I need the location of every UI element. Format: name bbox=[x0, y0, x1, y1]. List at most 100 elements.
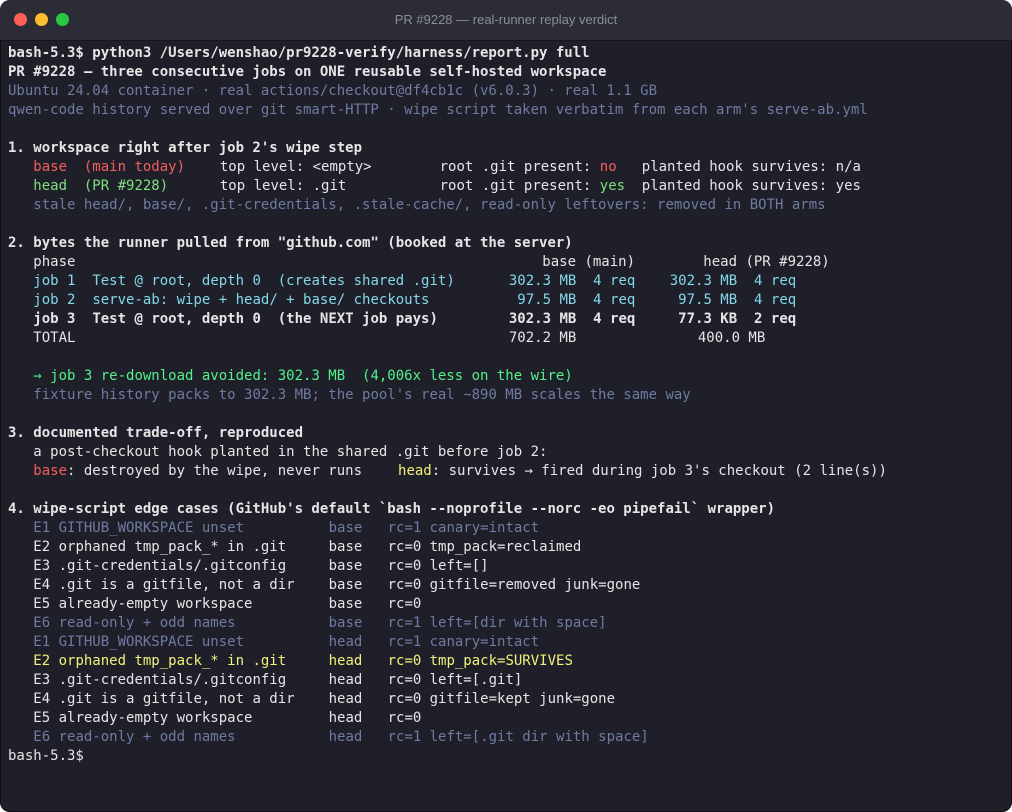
s2-total-row: TOTAL 702.2 MB 400.0 MB bbox=[8, 329, 1004, 348]
s2-header-row: phase base (main) head (PR #9228) bbox=[8, 253, 1004, 272]
edge-case-row: E5 already-empty workspace head rc=0 bbox=[8, 709, 1004, 728]
edge-case-row: E2 orphaned tmp_pack_* in .git head rc=0 tm… bbox=[8, 652, 1004, 671]
s2-avoided-text: → job 3 re-download avoided: 302.3 MB (4… bbox=[33, 368, 573, 384]
edge-case-name: GITHUB_WORKSPACE unset bbox=[58, 634, 245, 650]
s2-total-head: 400.0 MB bbox=[697, 330, 766, 346]
s1-head-hook-label: planted hook survives: bbox=[641, 178, 828, 194]
s2-job3-desc: Test @ root, depth 0 (the NEXT job pays) bbox=[92, 311, 438, 327]
s1-base-hook-value: n/a bbox=[835, 159, 861, 175]
edge-case-arm: head bbox=[328, 672, 363, 688]
s3-base-text: : destroyed by the wipe, never runs bbox=[67, 463, 363, 479]
edge-case-id: E5 bbox=[33, 596, 51, 612]
s3-head-label: head bbox=[398, 463, 432, 479]
edge-case-result: left=[dir with space] bbox=[429, 615, 607, 631]
edge-case-arm: head bbox=[328, 691, 363, 707]
s1-base-git-label: root .git present: bbox=[439, 159, 592, 175]
edge-case-rc: rc=0 bbox=[387, 558, 422, 574]
edge-case-result: tmp_pack=reclaimed bbox=[429, 539, 582, 555]
edge-case-rc: rc=1 bbox=[387, 520, 422, 536]
edge-case-result: gitfile=kept junk=gone bbox=[429, 691, 616, 707]
edge-case-arm: head bbox=[328, 710, 363, 726]
report-title: PR #9228 — three consecutive jobs on ONE… bbox=[8, 64, 607, 80]
s2-note: fixture history packs to 302.3 MB; the p… bbox=[8, 386, 1004, 405]
edge-case-id: E5 bbox=[33, 710, 51, 726]
edge-case-rc: rc=0 bbox=[387, 653, 422, 669]
s1-base-git-value: no bbox=[599, 159, 617, 175]
s1-head-git-value: yes bbox=[599, 178, 626, 194]
edge-case-row: E2 orphaned tmp_pack_* in .git base rc=0 tm… bbox=[8, 538, 1004, 557]
edge-case-arm: base bbox=[328, 558, 363, 574]
s2-job3-base-req: 4 req bbox=[593, 311, 636, 327]
edge-case-arm: head bbox=[328, 653, 363, 669]
edge-case-rc: rc=1 bbox=[387, 615, 422, 631]
edge-case-result: tmp_pack=SURVIVES bbox=[429, 653, 573, 669]
edge-case-arm: base bbox=[328, 520, 363, 536]
s2-job2-label: job 2 bbox=[33, 292, 76, 308]
s2-col-base: base (main) bbox=[542, 254, 636, 270]
s1-base-name: base bbox=[33, 159, 68, 175]
edge-case-name: read-only + odd names bbox=[58, 615, 236, 631]
edge-case-id: E4 bbox=[33, 691, 51, 707]
edge-case-rc: rc=0 bbox=[387, 577, 422, 593]
title-bar: PR #9228 — real-runner replay verdict bbox=[0, 0, 1012, 41]
edge-case-rc: rc=0 bbox=[387, 691, 422, 707]
s1-head-hook-value: yes bbox=[835, 178, 861, 194]
edge-case-name: GITHUB_WORKSPACE unset bbox=[58, 520, 245, 536]
section-1-title: 1. workspace right after job 2's wipe st… bbox=[8, 140, 363, 156]
s2-job2-desc: serve-ab: wipe + head/ + base/ checkouts bbox=[92, 292, 430, 308]
report-env: Ubuntu 24.04 container · real actions/ch… bbox=[8, 83, 658, 99]
section-3-title: 3. documented trade-off, reproduced bbox=[8, 425, 304, 441]
s1-note-text: stale head/, base/, .git-credentials, .s… bbox=[33, 197, 826, 213]
edge-case-id: E3 bbox=[33, 558, 51, 574]
edge-case-name: .git-credentials/.gitconfig bbox=[58, 672, 287, 688]
s2-job2-head-req: 4 req bbox=[754, 292, 797, 308]
s3-line1: a post-checkout hook planted in the shar… bbox=[8, 443, 1004, 462]
s1-note: stale head/, base/, .git-credentials, .s… bbox=[8, 196, 1004, 215]
s1-head-row: head (PR #9228) top level: .git root .git … bbox=[8, 177, 1004, 196]
s3-line2: base: destroyed by the wipe, never runs h… bbox=[8, 462, 1004, 481]
s2-job3-head-size: 77.3 KB bbox=[678, 311, 738, 327]
edge-case-name: .git-credentials/.gitconfig bbox=[58, 558, 287, 574]
edge-case-arm: base bbox=[328, 596, 363, 612]
shell-prompt[interactable]: bash-5.3$ bbox=[8, 747, 1004, 766]
edge-case-result: left=[] bbox=[429, 558, 489, 574]
s1-head-top-label: top level: bbox=[219, 178, 305, 194]
s2-job2-base-size: 97.5 MB bbox=[517, 292, 577, 308]
edge-case-id: E6 bbox=[33, 615, 51, 631]
edge-case-id: E1 bbox=[33, 520, 51, 536]
edge-case-name: already-empty workspace bbox=[58, 596, 253, 612]
s2-total-label: TOTAL bbox=[33, 330, 76, 346]
s3-head-text: : survives → fired during job 3's checko… bbox=[431, 463, 887, 479]
edge-case-result: canary=intact bbox=[429, 634, 540, 650]
edge-case-id: E2 bbox=[33, 539, 51, 555]
edge-case-arm: base bbox=[328, 577, 363, 593]
s1-base-tag: (main today) bbox=[83, 159, 186, 175]
terminal-window: PR #9228 — real-runner replay verdict ba… bbox=[0, 0, 1012, 812]
edge-case-name: orphaned tmp_pack_* in .git bbox=[58, 653, 287, 669]
terminal-output[interactable]: bash-5.3$ python3 /Users/wenshao/pr9228-… bbox=[8, 44, 1004, 812]
edge-case-rc: rc=0 bbox=[387, 539, 422, 555]
edge-case-id: E1 bbox=[33, 634, 51, 650]
edge-case-arm: base bbox=[328, 615, 363, 631]
s2-total-base: 702.2 MB bbox=[508, 330, 577, 346]
s2-job1-desc: Test @ root, depth 0 (creates shared .gi… bbox=[92, 273, 455, 289]
s1-head-top-value: .git bbox=[312, 178, 347, 194]
section-2-title: 2. bytes the runner pulled from "github.… bbox=[8, 235, 573, 251]
s3-base-label: base bbox=[33, 463, 68, 479]
s2-col-phase: phase bbox=[33, 254, 76, 270]
edge-case-result: canary=intact bbox=[429, 520, 540, 536]
s2-row-job1: job 1 Test @ root, depth 0 (creates shar… bbox=[8, 272, 1004, 291]
edge-case-row: E3 .git-credentials/.gitconfig base rc=0 le… bbox=[8, 557, 1004, 576]
s2-row-job2: job 2 serve-ab: wipe + head/ + base/ che… bbox=[8, 291, 1004, 310]
edge-case-rc: rc=0 bbox=[387, 672, 422, 688]
s2-job3-base-size: 302.3 MB bbox=[508, 311, 577, 327]
edge-case-row: E1 GITHUB_WORKSPACE unset base rc=1 canary=… bbox=[8, 519, 1004, 538]
s2-job3-label: job 3 bbox=[33, 311, 76, 327]
edge-case-rc: rc=1 bbox=[387, 634, 422, 650]
edge-case-id: E4 bbox=[33, 577, 51, 593]
edge-case-row: E5 already-empty workspace base rc=0 bbox=[8, 595, 1004, 614]
